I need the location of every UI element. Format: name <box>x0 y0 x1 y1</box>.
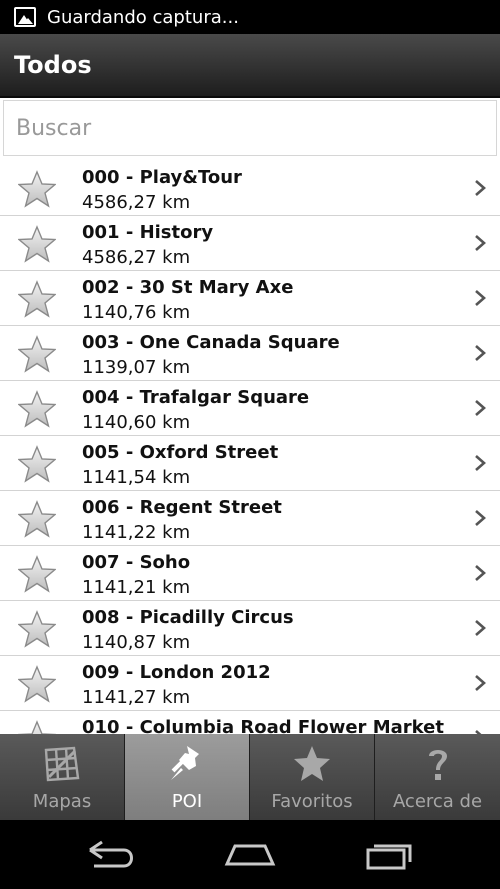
favorite-star-icon[interactable] <box>18 280 56 318</box>
status-bar: Guardando captura... <box>0 0 500 34</box>
chevron-right-icon <box>475 455 486 471</box>
favorite-star-icon[interactable] <box>18 500 56 538</box>
poi-title: 008 - Picadilly Circus <box>82 607 294 628</box>
list-item[interactable]: 003 - One Canada Square 1139,07 km <box>0 326 500 381</box>
chevron-right-icon <box>475 345 486 361</box>
chevron-right-icon <box>475 510 486 526</box>
page-title: Todos <box>14 51 92 79</box>
favorite-star-icon[interactable] <box>18 390 56 428</box>
poi-title: 006 - Regent Street <box>82 497 282 518</box>
poi-distance: 1141,22 km <box>82 522 191 543</box>
question-icon <box>428 750 447 780</box>
home-icon[interactable] <box>223 838 277 872</box>
tab-label: POI <box>171 791 203 812</box>
poi-distance: 1139,07 km <box>82 357 191 378</box>
poi-distance: 1141,54 km <box>82 467 191 488</box>
poi-title: 003 - One Canada Square <box>82 332 340 353</box>
list-item[interactable]: 001 - History 4586,27 km <box>0 216 500 271</box>
tab-favoritos[interactable]: Favoritos <box>250 734 375 820</box>
poi-title: 005 - Oxford Street <box>82 442 279 463</box>
poi-title: 002 - 30 St Mary Axe <box>82 277 294 298</box>
tab-mapas[interactable]: Mapas <box>0 734 125 820</box>
list-item[interactable]: 005 - Oxford Street 1141,54 km <box>0 436 500 491</box>
list-item[interactable]: 000 - Play&Tour 4586,27 km <box>0 161 500 216</box>
tab-label: Mapas <box>32 791 92 812</box>
poi-distance: 1141,27 km <box>82 687 191 708</box>
image-icon <box>14 7 36 27</box>
chevron-right-icon <box>475 235 486 251</box>
favorite-star-icon[interactable] <box>18 555 56 593</box>
search-box[interactable] <box>3 100 497 156</box>
list-item[interactable]: 004 - Trafalgar Square 1140,60 km <box>0 381 500 436</box>
poi-distance: 1140,87 km <box>82 632 191 653</box>
content-area: 000 - Play&Tour 4586,27 km 001 - History 45… <box>0 98 500 734</box>
tab-acerca-de[interactable]: Acerca de <box>375 734 500 820</box>
list-item[interactable]: 007 - Soho 1141,21 km <box>0 546 500 601</box>
list-item[interactable]: 010 - Columbia Road Flower Market <box>0 711 500 734</box>
favorite-star-icon[interactable] <box>18 335 56 373</box>
status-text: Guardando captura... <box>47 6 239 28</box>
chevron-right-icon <box>475 620 486 636</box>
back-icon[interactable] <box>84 838 138 872</box>
favorite-star-icon[interactable] <box>18 445 56 483</box>
poi-distance: 1140,76 km <box>82 302 191 323</box>
favorite-star-icon[interactable] <box>18 665 56 703</box>
chevron-right-icon <box>475 675 486 691</box>
chevron-right-icon <box>475 290 486 306</box>
chevron-right-icon <box>475 180 486 196</box>
poi-title: 009 - London 2012 <box>82 662 271 683</box>
favorite-star-icon[interactable] <box>18 720 56 734</box>
chevron-right-icon <box>475 400 486 416</box>
chevron-right-icon <box>475 565 486 581</box>
poi-distance: 1141,21 km <box>82 577 191 598</box>
pushpin-icon <box>171 746 199 780</box>
poi-title: 000 - Play&Tour <box>82 167 242 188</box>
list-item[interactable]: 008 - Picadilly Circus 1140,87 km <box>0 601 500 656</box>
tab-bar: Mapas POI Favoritos Acerca de <box>0 734 500 820</box>
poi-distance: 1140,60 km <box>82 412 191 433</box>
map-icon <box>44 746 80 782</box>
favorite-star-icon[interactable] <box>18 610 56 648</box>
poi-list: 000 - Play&Tour 4586,27 km 001 - History 45… <box>0 161 500 734</box>
poi-title: 007 - Soho <box>82 552 191 573</box>
poi-title: 010 - Columbia Road Flower Market <box>82 717 444 734</box>
poi-title: 004 - Trafalgar Square <box>82 387 310 408</box>
tab-label: Acerca de <box>392 791 483 812</box>
list-item[interactable]: 006 - Regent Street 1141,22 km <box>0 491 500 546</box>
tab-label: Favoritos <box>271 791 353 812</box>
poi-distance: 4586,27 km <box>82 192 191 213</box>
recent-apps-icon[interactable] <box>362 838 416 872</box>
list-item[interactable]: 002 - 30 St Mary Axe 1140,76 km <box>0 271 500 326</box>
favorite-star-icon[interactable] <box>18 225 56 263</box>
list-item[interactable]: 009 - London 2012 1141,27 km <box>0 656 500 711</box>
poi-distance: 4586,27 km <box>82 247 191 268</box>
tab-poi[interactable]: POI <box>125 734 250 820</box>
poi-title: 001 - History <box>82 222 214 243</box>
favorite-star-icon[interactable] <box>18 170 56 208</box>
search-input[interactable] <box>4 101 496 155</box>
action-bar: Todos <box>0 34 500 98</box>
star-icon <box>294 746 330 781</box>
system-nav-bar <box>0 820 500 889</box>
